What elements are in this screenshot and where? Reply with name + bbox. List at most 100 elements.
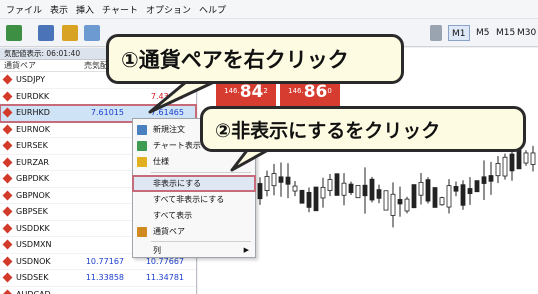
menu-item-label: チャート表示 (153, 141, 201, 150)
symbol-status-icon (2, 140, 13, 151)
symbol-cell: USDMXN (0, 239, 80, 250)
mt4-window: ファイル 表示 挿入 チャート オプション ヘルプ M1 M5 M15 M30 … (0, 0, 538, 294)
candle-body (460, 184, 466, 206)
symbol-name: EURNOK (16, 124, 50, 134)
symbol-status-icon (2, 91, 13, 102)
callout-step2-text: ②非表示にするをクリック (215, 119, 441, 142)
menu-help[interactable]: ヘルプ (199, 3, 226, 16)
symbol-cell: EURNOK (0, 124, 80, 135)
candle-body (523, 152, 529, 164)
menu-item-specification[interactable]: 仕様 (133, 154, 255, 169)
candle-body (390, 193, 396, 216)
symbol-name: USDDKK (16, 223, 50, 233)
candle-body (369, 178, 375, 201)
menu-item-label: 非表示にする (153, 179, 202, 188)
navigator-icon[interactable] (84, 25, 100, 41)
menu-item-label: 列 (153, 246, 161, 255)
symbol-status-icon (2, 256, 13, 267)
symbol-name: USDSEK (16, 273, 49, 283)
candle-body (418, 181, 424, 196)
buy-quote-pip: 0 (327, 87, 332, 95)
menu-options[interactable]: オプション (146, 3, 191, 16)
symbol-name: EURDKK (16, 91, 50, 101)
menu-item-label: すべて非表示にする (153, 195, 225, 204)
menu-chart[interactable]: チャート (102, 3, 138, 16)
buy-quote-prefix: 146. (288, 87, 304, 95)
symbol-status-icon (2, 206, 13, 217)
symbol-cell: USDSEK (0, 272, 80, 283)
symbol-status-icon (2, 272, 13, 283)
symbol-cell: GBPNOK (0, 190, 80, 201)
menubar: ファイル 表示 挿入 チャート オプション ヘルプ (0, 0, 538, 19)
menu-item-hide[interactable]: 非表示にする (132, 175, 256, 192)
symbol-cell: GBPDKK (0, 173, 80, 184)
symbol-name: EURHKD (16, 108, 50, 118)
callout-step1: ①通貨ペアを右クリック (106, 34, 404, 84)
symbol-cell: EURDKK (0, 91, 80, 102)
symbol-name: USDNOK (16, 256, 51, 266)
market-watch-row[interactable]: AUDCAD (0, 287, 196, 294)
candle-body (271, 173, 277, 187)
candle-body (264, 176, 270, 191)
menu-item-hide-all[interactable]: すべて非表示にする (133, 192, 255, 207)
new-order-icon (137, 125, 147, 135)
callout-step2: ②非表示にするをクリック (200, 106, 526, 152)
timeframe-m5[interactable]: M5 (473, 25, 493, 41)
menu-view[interactable]: 表示 (50, 3, 68, 16)
candle-body (467, 188, 473, 194)
symbol-name: EURSEK (16, 141, 48, 151)
symbol-status-icon (2, 173, 13, 184)
symbol-status-icon (2, 190, 13, 201)
bid-cell: 11.33858 (85, 273, 124, 283)
callout-step1-text: ①通貨ペアを右クリック (121, 48, 349, 72)
symbol-cell: EURZAR (0, 157, 80, 168)
symbol-name: EURZAR (16, 157, 49, 167)
candle-body (313, 186, 319, 212)
candle-body (439, 197, 445, 206)
symbol-status-icon (2, 239, 13, 250)
menu-item-label: 新規注文 (153, 125, 185, 134)
symbols-icon (137, 227, 147, 237)
ask-cell: 7.61465 (150, 108, 184, 118)
symbol-cell: USDJPY (0, 74, 80, 85)
candle-body (411, 184, 417, 209)
market-watch-row[interactable]: USDSEK 11.33858 11.34781 (0, 270, 196, 287)
menu-separator (151, 241, 251, 242)
menu-file[interactable]: ファイル (6, 3, 42, 16)
candle-body (327, 179, 333, 191)
menu-insert[interactable]: 挿入 (76, 3, 94, 16)
symbol-cell: AUDCAD (0, 289, 80, 294)
candle-body (397, 199, 403, 205)
candle-body (404, 198, 410, 212)
symbol-status-icon (2, 74, 13, 85)
timeframe-m30[interactable]: M30 (514, 25, 538, 41)
candle-body (257, 183, 263, 200)
menu-item-symbols[interactable]: 通貨ペア (133, 224, 255, 239)
market-watch-icon[interactable] (62, 25, 78, 41)
ask-cell: 7.43660 (150, 91, 184, 101)
candle-body (446, 185, 452, 208)
candle-body (453, 186, 459, 192)
candle-body (502, 156, 508, 177)
market-watch-row[interactable]: EURDKK 7.43660 (0, 89, 196, 105)
candle-body (348, 183, 354, 193)
symbol-name: USDJPY (16, 75, 45, 85)
new-chart-icon[interactable] (6, 25, 22, 41)
profiles-icon[interactable] (38, 25, 54, 41)
zoom-icon[interactable] (430, 25, 442, 41)
menu-item-label: 仕様 (153, 157, 169, 166)
chart-icon (137, 141, 147, 151)
candle-body (341, 182, 347, 196)
menu-item-show-all[interactable]: すべて表示 (133, 208, 255, 223)
symbol-name: AUDCAD (16, 290, 51, 294)
symbol-name: GBPNOK (16, 190, 51, 200)
menu-item-columns[interactable]: 列 ▶ (133, 243, 255, 258)
timeframe-m1[interactable]: M1 (448, 25, 470, 41)
menu-item-label: すべて表示 (153, 211, 193, 220)
bid-cell: 7.61015 (90, 108, 124, 118)
sell-quote-prefix: 146. (224, 87, 240, 95)
candle-body (509, 153, 515, 172)
column-symbol[interactable]: 通貨ペア (0, 60, 84, 71)
candle-body (299, 189, 305, 204)
symbol-cell: GBPSEK (0, 206, 80, 217)
